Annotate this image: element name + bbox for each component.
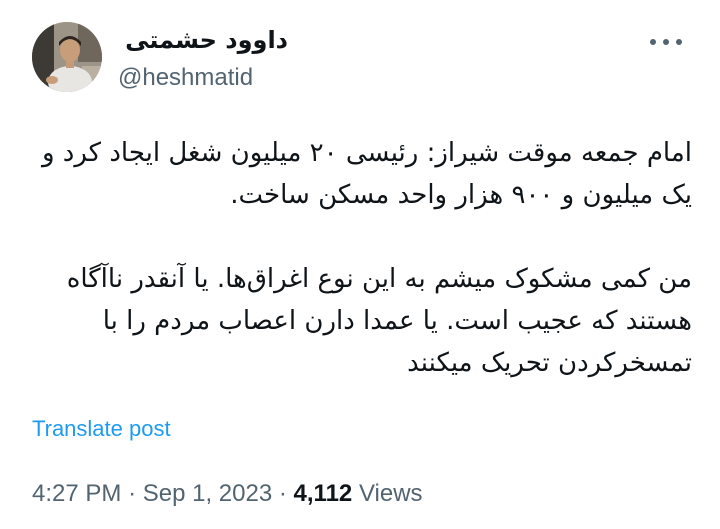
avatar-photo: [32, 22, 102, 92]
author-handle[interactable]: @heshmatid: [118, 62, 253, 94]
more-horizontal-icon: [650, 39, 682, 45]
post-time[interactable]: 4:27 PM: [32, 480, 121, 507]
tweet-paragraph: امام جمعه موقت شیراز: رئیسی ۲۰ میلیون شغ…: [41, 138, 692, 210]
meta-separator: ·: [128, 480, 137, 507]
views-label: Views: [358, 480, 423, 507]
meta-separator: ·: [278, 480, 287, 507]
author-display-name[interactable]: داوود حشمتی: [118, 22, 288, 58]
tweet-text: امام جمعه موقت شیراز: رئیسی ۲۰ میلیون شغ…: [28, 132, 692, 384]
post-date[interactable]: Sep 1, 2023: [143, 480, 272, 507]
translate-post-link[interactable]: Translate post: [32, 414, 171, 444]
tweet-meta: 4:27 PM · Sep 1, 2023 · 4,112 Views: [32, 477, 423, 511]
tweet-paragraph: من کمی مشکوک میشم به این نوع اغراق‌ها. ی…: [66, 264, 692, 378]
more-options-button[interactable]: [644, 28, 688, 56]
views-count: 4,112: [293, 480, 353, 507]
avatar[interactable]: [32, 22, 102, 92]
